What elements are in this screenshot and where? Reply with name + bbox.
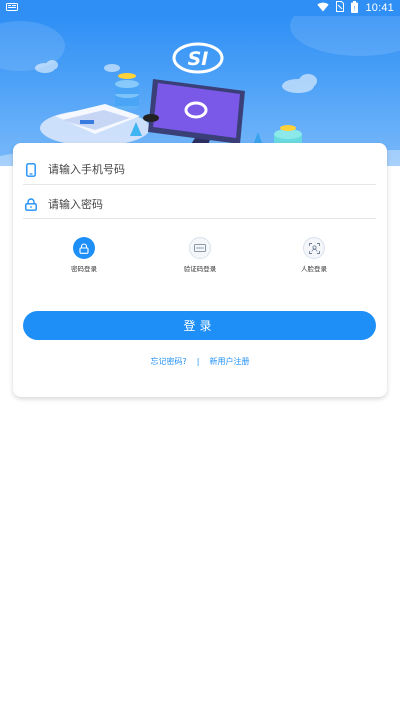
- status-time: 10:41: [365, 2, 394, 14]
- password-input[interactable]: [48, 192, 348, 217]
- link-separator: |: [196, 357, 200, 366]
- face-login-option[interactable]: 人脸登录: [279, 237, 349, 273]
- coin-stack: [115, 73, 139, 110]
- lock-icon: [73, 237, 95, 259]
- phone-icon: [23, 162, 39, 178]
- si-logo: SI: [172, 42, 224, 74]
- battery-icon: !: [351, 0, 359, 16]
- login-methods: 密码登录 验证码登录 人脸登录: [13, 237, 387, 277]
- account-links: 忘记密码? | 新用户注册: [13, 356, 387, 367]
- password-field: [23, 191, 376, 219]
- forgot-password-link[interactable]: 忘记密码?: [151, 356, 187, 367]
- monitor-illustration: [143, 79, 245, 151]
- svg-text:SI: SI: [188, 48, 209, 70]
- password-login-option[interactable]: 密码登录: [49, 237, 119, 273]
- status-bar: ! 10:41: [0, 0, 400, 16]
- method-label: 密码登录: [71, 265, 97, 273]
- lock-icon: [23, 197, 39, 213]
- login-button[interactable]: 登录: [23, 311, 376, 340]
- method-label: 人脸登录: [301, 265, 327, 273]
- login-card: 密码登录 验证码登录 人脸登录 登录 忘记密码? | 新用户注册: [13, 143, 387, 397]
- method-label: 验证码登录: [183, 265, 217, 273]
- face-scan-icon: [303, 237, 325, 259]
- wifi-icon: [317, 2, 330, 15]
- phone-field: [23, 155, 376, 185]
- phone-input[interactable]: [48, 157, 348, 182]
- sim-icon: [336, 1, 345, 15]
- sms-code-icon: [189, 237, 211, 259]
- register-link[interactable]: 新用户注册: [209, 356, 249, 367]
- notification-icon: [6, 3, 18, 12]
- sms-login-option[interactable]: 验证码登录: [165, 237, 235, 273]
